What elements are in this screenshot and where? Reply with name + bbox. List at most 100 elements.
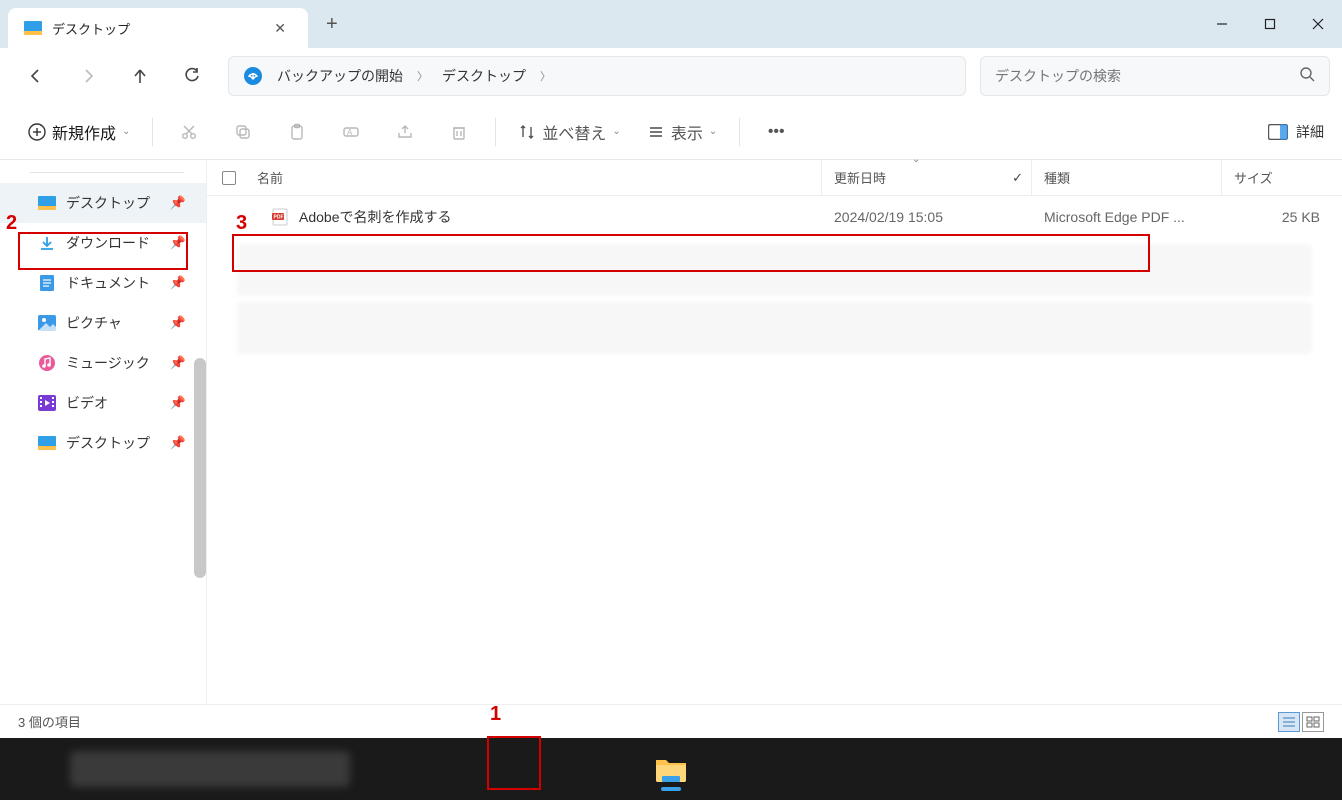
new-label: 新規作成 <box>52 120 116 144</box>
content-pane: 名前 ⌄ 更新日時 ✓ 種類 サイズ PDF Adobeで名刺を作成する 202… <box>206 160 1342 754</box>
search-box[interactable] <box>980 56 1330 96</box>
toolbar: 新規作成 ⌄ A 並べ替え ⌄ 表示 ⌄ ••• 詳細 <box>0 104 1342 160</box>
chevron-right-icon: 〉 <box>540 68 551 84</box>
column-name[interactable]: 名前 <box>251 160 822 195</box>
cut-button[interactable] <box>165 112 213 152</box>
sidebar-item-desktop-2[interactable]: デスクトップ 📌 <box>0 423 206 463</box>
detail-pane-button[interactable]: 詳細 <box>1268 122 1324 142</box>
search-input[interactable] <box>995 68 1299 84</box>
plus-circle-icon <box>28 123 46 141</box>
sidebar-item-documents[interactable]: ドキュメント 📌 <box>0 263 206 303</box>
column-size[interactable]: サイズ <box>1222 160 1342 195</box>
sidebar-item-label: デスクトップ <box>66 433 150 453</box>
sidebar-item-desktop[interactable]: デスクトップ 📌 <box>0 183 206 223</box>
breadcrumb-current[interactable]: デスクトップ <box>436 62 532 90</box>
window-tab[interactable]: デスクトップ ✕ <box>8 8 308 48</box>
refresh-button[interactable] <box>168 56 216 96</box>
maximize-button[interactable] <box>1246 0 1294 48</box>
forward-button[interactable] <box>64 56 112 96</box>
rename-button[interactable]: A <box>327 112 375 152</box>
view-label: 表示 <box>671 120 703 144</box>
sidebar-item-label: ダウンロード <box>66 233 150 253</box>
file-date: 2024/02/19 15:05 <box>822 209 1032 225</box>
sidebar-scrollbar[interactable] <box>194 358 206 578</box>
sidebar-item-label: ピクチャ <box>66 313 122 333</box>
search-icon <box>1299 66 1315 87</box>
desktop-icon <box>24 21 42 35</box>
close-button[interactable] <box>1294 0 1342 48</box>
taskbar-explorer-button[interactable] <box>647 745 695 793</box>
minimize-button[interactable] <box>1198 0 1246 48</box>
chevron-down-icon: ⌄ <box>612 126 620 137</box>
obscured-row <box>237 302 1312 354</box>
check-icon: ✓ <box>1012 170 1023 186</box>
select-all-checkbox[interactable] <box>207 171 251 185</box>
chevron-down-icon: ⌄ <box>709 126 717 137</box>
sort-label: 並べ替え <box>542 120 606 144</box>
sort-icon <box>518 123 536 141</box>
pin-icon[interactable]: 📌 <box>170 355 186 371</box>
delete-button[interactable] <box>435 112 483 152</box>
list-view-button[interactable] <box>1278 712 1300 732</box>
sidebar-item-label: ビデオ <box>66 393 108 413</box>
desktop-icon <box>38 434 56 452</box>
column-type[interactable]: 種類 <box>1032 160 1222 195</box>
pin-icon[interactable]: 📌 <box>170 195 186 211</box>
obscured-row <box>237 244 1312 296</box>
column-date[interactable]: ⌄ 更新日時 ✓ <box>822 160 1032 195</box>
tab-title: デスクトップ <box>52 19 258 38</box>
detail-pane-icon <box>1268 124 1288 140</box>
taskbar <box>0 738 1342 800</box>
music-icon <box>38 354 56 372</box>
tab-close-button[interactable]: ✕ <box>268 16 292 41</box>
desktop-icon <box>38 194 56 212</box>
sidebar-item-videos[interactable]: ビデオ 📌 <box>0 383 206 423</box>
svg-text:A: A <box>347 128 353 137</box>
breadcrumb-root[interactable]: バックアップの開始 <box>271 62 409 90</box>
file-name: Adobeで名刺を作成する <box>299 207 451 227</box>
sidebar-item-downloads[interactable]: ダウンロード 📌 <box>0 223 206 263</box>
view-button[interactable]: 表示 ⌄ <box>637 114 727 150</box>
sidebar-item-label: デスクトップ <box>66 193 150 213</box>
status-bar: 3 個の項目 <box>0 704 1342 738</box>
file-type: Microsoft Edge PDF ... <box>1032 209 1222 225</box>
body: デスクトップ 📌 ダウンロード 📌 ドキュメント 📌 ピクチャ 📌 ミュージック… <box>0 160 1342 754</box>
file-size: 25 KB <box>1222 209 1342 225</box>
status-text: 3 個の項目 <box>18 712 81 731</box>
back-button[interactable] <box>12 56 60 96</box>
chevron-down-icon: ⌄ <box>122 126 130 137</box>
up-button[interactable] <box>116 56 164 96</box>
pin-icon[interactable]: 📌 <box>170 235 186 251</box>
svg-text:PDF: PDF <box>274 215 284 221</box>
new-button[interactable]: 新規作成 ⌄ <box>18 114 140 150</box>
copy-button[interactable] <box>219 112 267 152</box>
pin-icon[interactable]: 📌 <box>170 435 186 451</box>
sidebar-item-music[interactable]: ミュージック 📌 <box>0 343 206 383</box>
download-icon <box>38 234 56 252</box>
grid-view-button[interactable] <box>1302 712 1324 732</box>
separator <box>495 118 496 146</box>
new-tab-button[interactable]: + <box>308 13 356 36</box>
address-bar[interactable]: バックアップの開始 〉 デスクトップ 〉 <box>228 56 966 96</box>
view-mode-toggle <box>1278 712 1324 732</box>
more-button[interactable]: ••• <box>752 112 800 152</box>
sort-button[interactable]: 並べ替え ⌄ <box>508 114 630 150</box>
paste-button[interactable] <box>273 112 321 152</box>
file-row[interactable]: PDF Adobeで名刺を作成する 2024/02/19 15:05 Micro… <box>207 196 1342 238</box>
separator <box>739 118 740 146</box>
obscured-taskbar-area <box>70 751 350 787</box>
chevron-down-icon: ⌄ <box>912 154 920 165</box>
window-controls <box>1198 0 1342 48</box>
separator <box>30 172 184 173</box>
pin-icon[interactable]: 📌 <box>170 395 186 411</box>
navigation-bar: バックアップの開始 〉 デスクトップ 〉 <box>0 48 1342 104</box>
active-indicator <box>661 787 681 791</box>
picture-icon <box>38 314 56 332</box>
chevron-right-icon: 〉 <box>417 68 428 84</box>
cloud-sync-icon <box>243 66 263 86</box>
pin-icon[interactable]: 📌 <box>170 315 186 331</box>
titlebar: デスクトップ ✕ + <box>0 0 1342 48</box>
pin-icon[interactable]: 📌 <box>170 275 186 291</box>
share-button[interactable] <box>381 112 429 152</box>
sidebar-item-pictures[interactable]: ピクチャ 📌 <box>0 303 206 343</box>
